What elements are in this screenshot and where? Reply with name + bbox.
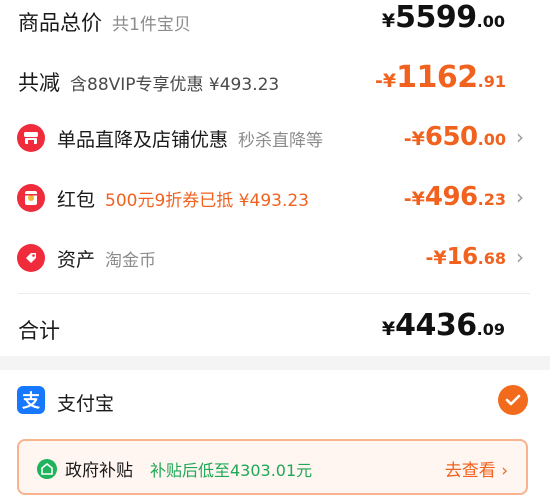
assets-label-group: 资产 淘金币 xyxy=(57,245,156,272)
section-separator xyxy=(0,356,550,370)
chevron-right-icon: › xyxy=(516,245,524,269)
view-details-link[interactable]: 去查看 › xyxy=(445,456,508,481)
divider xyxy=(18,293,530,294)
shop-icon xyxy=(17,124,45,152)
sum-amount: ¥4436.09 xyxy=(382,308,505,343)
amount-int: 5599 xyxy=(395,0,477,35)
red-packet-icon xyxy=(17,184,45,212)
amount-dec: .00 xyxy=(477,130,506,149)
currency-symbol: ¥ xyxy=(381,10,396,32)
item-discount-amount: -¥650.00 xyxy=(404,122,506,152)
amount-int: 1162 xyxy=(396,60,478,95)
currency-symbol: -¥ xyxy=(403,128,425,150)
item-discount-label-group: 单品直降及店铺优惠 秒杀直降等 xyxy=(57,125,323,152)
amount-dec: .23 xyxy=(477,190,506,209)
item-discount-row[interactable]: 单品直降及店铺优惠 秒杀直降等 -¥650.00 › xyxy=(0,118,550,158)
currency-symbol: -¥ xyxy=(403,188,425,210)
view-details-label: 去查看 xyxy=(444,461,496,481)
amount-int: 496 xyxy=(424,182,478,212)
chevron-right-icon: › xyxy=(516,185,524,209)
gov-subsidy-icon xyxy=(37,459,57,479)
red-packet-row[interactable]: 红包 500元9折券已抵 ¥493.23 -¥496.23 › xyxy=(0,178,550,218)
total-price-label-group: 商品总价 共1件宝贝 xyxy=(18,7,191,37)
red-packet-label: 红包 xyxy=(57,189,96,211)
amount-int: 650 xyxy=(424,122,478,152)
red-packet-label-group: 红包 500元9折券已抵 ¥493.23 xyxy=(57,185,309,212)
payment-method-row[interactable]: 支 支付宝 xyxy=(0,378,550,424)
assets-amount: -¥16.68 xyxy=(426,244,506,270)
sum-row: 合计 ¥4436.09 xyxy=(0,306,550,350)
assets-note: 淘金币 xyxy=(105,251,157,271)
total-price-row: 商品总价 共1件宝贝 ¥5599.00 xyxy=(0,0,550,42)
item-count: 共1件宝贝 xyxy=(112,15,191,35)
currency-symbol: -¥ xyxy=(375,70,397,92)
amount-int: 4436 xyxy=(395,308,477,343)
amount-int: 16 xyxy=(446,244,479,270)
amount-dec: .68 xyxy=(477,249,506,268)
discount-label-group: 共减 含88VIP专享优惠 ¥493.23 xyxy=(18,67,279,97)
selected-check-icon[interactable] xyxy=(498,385,528,415)
amount-dec: .00 xyxy=(476,12,505,31)
item-discount-label: 单品直降及店铺优惠 xyxy=(57,129,229,151)
coin-tag-icon xyxy=(17,244,45,272)
item-discount-note: 秒杀直降等 xyxy=(238,131,324,151)
payment-method-label: 支付宝 xyxy=(57,393,115,415)
currency-symbol: ¥ xyxy=(381,318,396,340)
amount-dec: .09 xyxy=(476,320,505,339)
total-price-amount: ¥5599.00 xyxy=(382,0,505,35)
total-price-label: 商品总价 xyxy=(18,11,102,35)
discount-amount: -¥1162.91 xyxy=(375,60,506,95)
red-packet-note: 500元9折券已抵 ¥493.23 xyxy=(105,191,309,211)
chevron-right-icon: › xyxy=(516,125,524,149)
amount-dec: .91 xyxy=(477,72,506,91)
discount-row: 共减 含88VIP专享优惠 ¥493.23 -¥1162.91 xyxy=(0,60,550,100)
assets-label: 资产 xyxy=(57,249,96,271)
currency-symbol: -¥ xyxy=(425,247,447,269)
sum-label: 合计 xyxy=(18,319,60,343)
discount-label: 共减 xyxy=(18,71,60,95)
alipay-icon: 支 xyxy=(17,386,45,414)
red-packet-amount: -¥496.23 xyxy=(404,182,506,212)
gov-subsidy-note: 补贴后低至4303.01元 xyxy=(150,461,313,480)
gov-subsidy-banner[interactable]: 政府补贴 补贴后低至4303.01元 去查看 › xyxy=(17,439,528,495)
assets-row[interactable]: 资产 淘金币 -¥16.68 › xyxy=(0,238,550,278)
gov-subsidy-label: 政府补贴 xyxy=(65,461,133,481)
discount-note: 含88VIP专享优惠 ¥493.23 xyxy=(70,75,280,95)
chevron-right-icon: › xyxy=(501,461,508,481)
